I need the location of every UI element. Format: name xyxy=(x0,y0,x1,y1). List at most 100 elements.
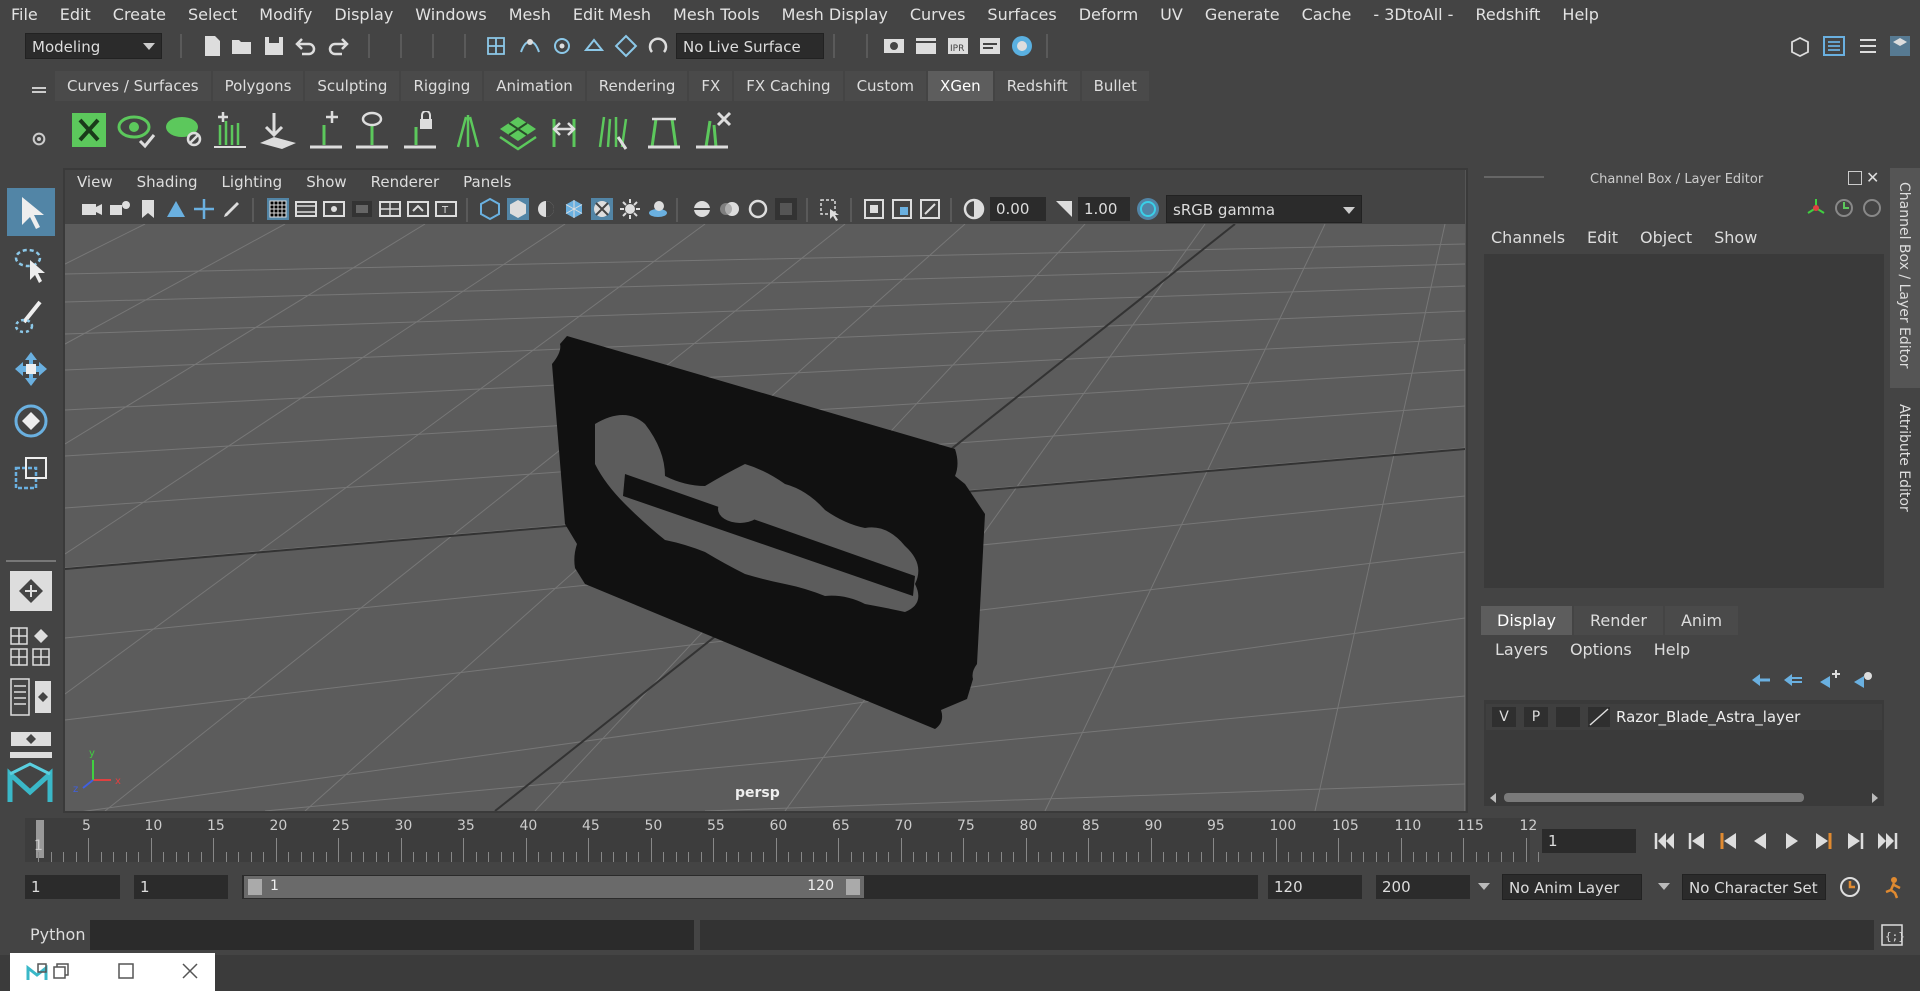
live-surface-field[interactable]: No Live Surface xyxy=(676,33,824,59)
step-back-key-icon[interactable] xyxy=(1716,829,1740,853)
side-tab-channel-box[interactable]: Channel Box / Layer Editor xyxy=(1890,168,1920,388)
lasso-tool-icon[interactable] xyxy=(10,244,52,286)
menu-help[interactable]: Help xyxy=(1551,5,1609,24)
channel-menu-object[interactable]: Object xyxy=(1629,228,1703,247)
menu-deform[interactable]: Deform xyxy=(1068,5,1149,24)
tab-sculpting[interactable]: Sculpting xyxy=(305,71,400,101)
color-space-dropdown[interactable]: sRGB gamma xyxy=(1166,195,1362,223)
move-layer-down-icon[interactable] xyxy=(1782,670,1804,690)
image-plane-icon[interactable] xyxy=(164,197,188,221)
restore-window-icon[interactable] xyxy=(52,962,70,980)
tab-polygons[interactable]: Polygons xyxy=(212,71,304,101)
ipr-render-icon[interactable]: IPR xyxy=(946,34,970,58)
range-slider-handle-bar[interactable]: 1 120 xyxy=(244,876,864,898)
layout-persp-outliner-icon[interactable] xyxy=(32,627,50,645)
color-management-icon[interactable] xyxy=(1136,197,1160,221)
tab-custom[interactable]: Custom xyxy=(844,71,927,101)
tab-rigging[interactable]: Rigging xyxy=(401,71,483,101)
gate-mask-icon[interactable] xyxy=(350,197,374,221)
xgen-place-guides-icon[interactable] xyxy=(256,111,300,151)
layout-grid-icon[interactable] xyxy=(32,648,50,666)
depth-of-field-icon[interactable] xyxy=(774,197,798,221)
camera-icon[interactable] xyxy=(80,197,104,221)
channel-list[interactable] xyxy=(1484,254,1884,588)
menu-redshift[interactable]: Redshift xyxy=(1464,5,1551,24)
layout-strip[interactable] xyxy=(10,752,52,758)
chevron-left-icon[interactable] xyxy=(1490,793,1496,803)
side-tab-attribute-editor[interactable]: Attribute Editor xyxy=(1890,392,1920,532)
use-all-lights-icon[interactable] xyxy=(618,197,642,221)
rotate-tool-icon[interactable] xyxy=(10,400,52,442)
undo-icon[interactable] xyxy=(294,34,318,58)
outliner-layout-button[interactable] xyxy=(10,678,52,718)
screen-space-ao-icon[interactable] xyxy=(690,197,714,221)
menu-mesh-display[interactable]: Mesh Display xyxy=(771,5,899,24)
hypershade-icon[interactable] xyxy=(1010,34,1034,58)
wireframe-on-shaded-icon[interactable] xyxy=(562,197,586,221)
close-icon[interactable]: ✕ xyxy=(1866,168,1879,187)
tab-curves-surfaces[interactable]: Curves / Surfaces xyxy=(55,71,211,101)
resolution-gate-icon[interactable] xyxy=(322,197,346,221)
frame-zoom-icon[interactable] xyxy=(918,197,942,221)
script-language-toggle[interactable]: Python xyxy=(30,925,85,944)
playback-end-field[interactable]: 120 xyxy=(1268,875,1362,899)
xgen-rebuild-guide-icon[interactable] xyxy=(448,111,488,151)
xgen-add-guide-icon[interactable] xyxy=(306,111,346,151)
step-forward-key-icon[interactable] xyxy=(1812,829,1836,853)
layer-scrollbar[interactable] xyxy=(1490,791,1878,803)
make-live-icon[interactable] xyxy=(646,34,670,58)
xgen-add-primitives-icon[interactable] xyxy=(210,111,250,151)
safe-action-icon[interactable] xyxy=(406,197,430,221)
menu-display[interactable]: Display xyxy=(323,5,404,24)
new-empty-layer-icon[interactable] xyxy=(1818,670,1840,690)
bookmark-icon[interactable] xyxy=(136,197,160,221)
tab-anim[interactable]: Anim xyxy=(1664,606,1739,635)
tab-animation[interactable]: Animation xyxy=(484,71,585,101)
snap-live-icon[interactable] xyxy=(614,34,638,58)
menu-uv[interactable]: UV xyxy=(1149,5,1194,24)
channel-menu-channels[interactable]: Channels xyxy=(1480,228,1576,247)
wireframe-icon[interactable] xyxy=(478,197,502,221)
chevron-right-icon[interactable] xyxy=(1872,793,1878,803)
snap-curve-icon[interactable] xyxy=(518,34,542,58)
layout-two-icon[interactable] xyxy=(10,648,28,666)
viewport-menu-show[interactable]: Show xyxy=(294,173,358,191)
move-layer-up-icon[interactable] xyxy=(1750,670,1772,690)
xgen-select-guide-icon[interactable] xyxy=(352,111,392,151)
step-back-frame-icon[interactable] xyxy=(1684,829,1708,853)
script-editor-icon[interactable]: {;} xyxy=(1880,923,1904,947)
render-view-icon[interactable] xyxy=(882,34,906,58)
select-tool-icon[interactable] xyxy=(10,191,52,233)
tab-fx[interactable]: FX xyxy=(689,71,733,101)
menu-file[interactable]: File xyxy=(0,5,49,24)
single-view-layout-button[interactable] xyxy=(10,571,52,611)
playback-start-field[interactable]: 1 xyxy=(134,875,228,899)
anti-aliasing-icon[interactable] xyxy=(746,197,770,221)
two-d-pan-icon[interactable] xyxy=(192,197,216,221)
workspace-dropdown[interactable]: Modeling xyxy=(25,33,162,59)
auto-keyframe-icon[interactable] xyxy=(1838,875,1862,899)
tab-render[interactable]: Render xyxy=(1573,606,1663,635)
play-forwards-icon[interactable] xyxy=(1780,829,1804,853)
shelf-menu-icon[interactable] xyxy=(32,87,46,89)
menu-edit-mesh[interactable]: Edit Mesh xyxy=(562,5,662,24)
camera-attributes-icon[interactable] xyxy=(108,197,132,221)
tab-display[interactable]: Display xyxy=(1481,606,1572,635)
viewport-menu-lighting[interactable]: Lighting xyxy=(210,173,295,191)
layer-menu-layers[interactable]: Layers xyxy=(1484,640,1559,659)
four-view-layout-icon[interactable] xyxy=(10,627,28,645)
tab-fx-caching[interactable]: FX Caching xyxy=(734,71,843,101)
chevron-down-icon[interactable] xyxy=(1478,883,1490,890)
xgen-sculpt-guide-icon[interactable] xyxy=(594,111,634,151)
motion-blur-icon[interactable] xyxy=(718,197,742,221)
tab-rendering[interactable]: Rendering xyxy=(586,71,688,101)
range-start-grip[interactable] xyxy=(248,879,262,895)
xgen-guide-shape-icon[interactable] xyxy=(642,111,686,151)
menu-windows[interactable]: Windows xyxy=(404,5,497,24)
default-material-icon[interactable] xyxy=(534,197,558,221)
viewport-menu-shading[interactable]: Shading xyxy=(125,173,210,191)
grid-toggle-icon[interactable] xyxy=(266,197,290,221)
viewport-menu-panels[interactable]: Panels xyxy=(451,173,523,191)
viewport-menu-view[interactable]: View xyxy=(65,173,125,191)
axis-manipulator-icon[interactable] xyxy=(1804,196,1828,220)
